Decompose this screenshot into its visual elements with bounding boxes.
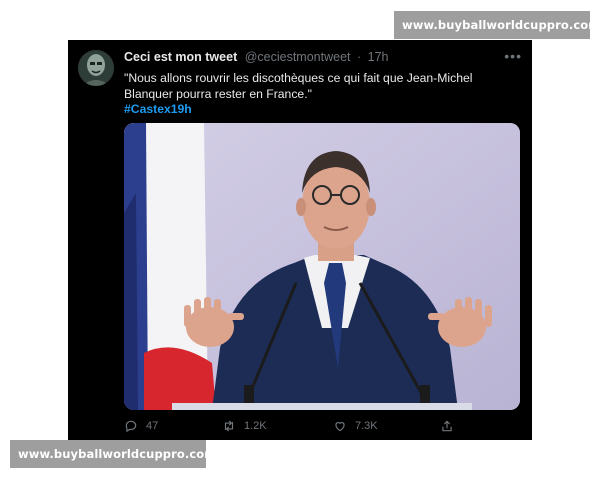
tweet-text: "Nous allons rouvrir les discothèques ce… bbox=[124, 71, 473, 101]
share-icon bbox=[442, 420, 452, 432]
timestamp[interactable]: 17h bbox=[368, 50, 389, 64]
reply-button[interactable]: 47 bbox=[124, 418, 158, 434]
avatar-image bbox=[78, 50, 114, 86]
more-icon[interactable]: ••• bbox=[504, 48, 522, 64]
tweet-header: Ceci est mon tweet @ceciestmontweet · 17… bbox=[124, 48, 522, 68]
reply-count: 47 bbox=[146, 420, 159, 432]
media-image bbox=[124, 123, 520, 410]
user-handle[interactable]: @ceciestmontweet bbox=[245, 50, 351, 64]
separator: · bbox=[357, 50, 362, 64]
tweet-card[interactable]: Ceci est mon tweet @ceciestmontweet · 17… bbox=[68, 40, 532, 440]
retweet-button[interactable]: 1.2K bbox=[222, 418, 267, 434]
watermark-top: www.buyballworldcuppro.com bbox=[394, 11, 600, 39]
reply-icon bbox=[125, 420, 137, 432]
flag bbox=[124, 123, 216, 410]
tweet-actions: 47 1.2K 7.3K bbox=[124, 418, 520, 434]
like-button[interactable]: 7.3K bbox=[333, 418, 378, 434]
share-button[interactable] bbox=[440, 418, 462, 434]
like-count: 7.3K bbox=[355, 420, 378, 432]
tweet-media[interactable] bbox=[124, 123, 520, 410]
watermark-bottom: www.buyballworldcuppro.com bbox=[10, 440, 216, 468]
display-name[interactable]: Ceci est mon tweet bbox=[124, 50, 237, 64]
retweet-icon bbox=[224, 420, 234, 432]
retweet-count: 1.2K bbox=[244, 420, 267, 432]
like-icon bbox=[335, 422, 345, 432]
avatar[interactable] bbox=[78, 50, 114, 86]
hashtag-link[interactable]: #Castex19h bbox=[124, 102, 192, 116]
